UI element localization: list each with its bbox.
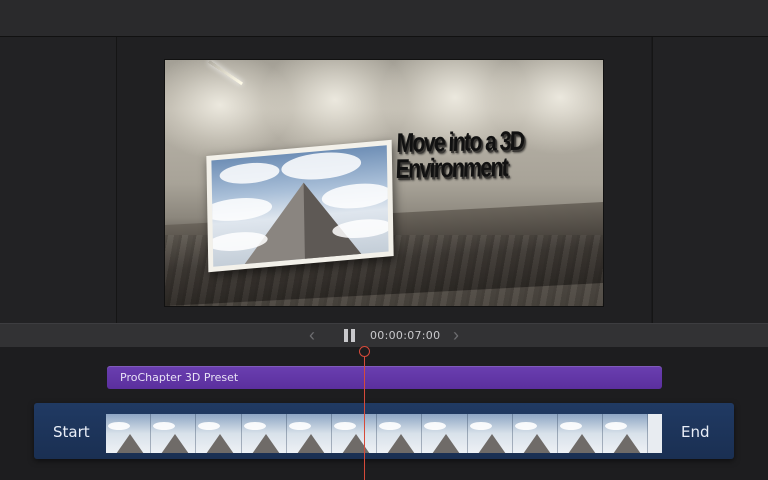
video-preview[interactable]: Move into a 3D Environment bbox=[165, 60, 603, 306]
preset-track[interactable]: ProChapter 3D Preset bbox=[107, 366, 662, 389]
filmstrip-frame bbox=[422, 414, 468, 453]
previous-chevron-icon[interactable]: ‹ bbox=[302, 325, 322, 345]
filmstrip-frame bbox=[196, 414, 242, 453]
editor-window: Move into a 3D Environment ‹ 00:00:07:00… bbox=[0, 0, 768, 480]
preset-track-label: ProChapter 3D Preset bbox=[120, 371, 239, 384]
transport-bar: ‹ 00:00:07:00 › bbox=[0, 323, 768, 348]
filmstrip-frame bbox=[467, 414, 513, 453]
filmstrip-frame bbox=[557, 414, 604, 453]
top-toolbar bbox=[0, 0, 768, 37]
filmstrip-frame bbox=[106, 414, 152, 453]
filmstrip[interactable] bbox=[106, 414, 662, 453]
filmstrip-frame bbox=[151, 414, 197, 453]
next-chevron-icon[interactable]: › bbox=[446, 325, 466, 345]
title-line-2: Environment bbox=[395, 152, 508, 184]
right-panel bbox=[652, 37, 768, 323]
playhead-line[interactable] bbox=[364, 350, 365, 480]
filmstrip-frame bbox=[377, 414, 423, 453]
timecode: 00:00:07:00 bbox=[370, 329, 441, 342]
clip-start-label: Start bbox=[53, 423, 90, 441]
preview-title-text: Move into a 3D Environment bbox=[395, 126, 545, 184]
filmstrip-frame bbox=[286, 414, 332, 453]
filmstrip-frame bbox=[331, 414, 378, 453]
pause-icon[interactable] bbox=[344, 329, 356, 342]
filmstrip-frame bbox=[603, 414, 649, 453]
filmstrip-frame bbox=[512, 414, 558, 453]
clip-track[interactable]: Start End bbox=[34, 403, 734, 459]
clip-end-label: End bbox=[681, 423, 710, 441]
left-panel bbox=[0, 37, 117, 323]
playhead-handle[interactable] bbox=[359, 346, 370, 357]
mountain-photo bbox=[211, 145, 389, 267]
photo-card bbox=[206, 139, 394, 273]
filmstrip-frame bbox=[241, 414, 287, 453]
